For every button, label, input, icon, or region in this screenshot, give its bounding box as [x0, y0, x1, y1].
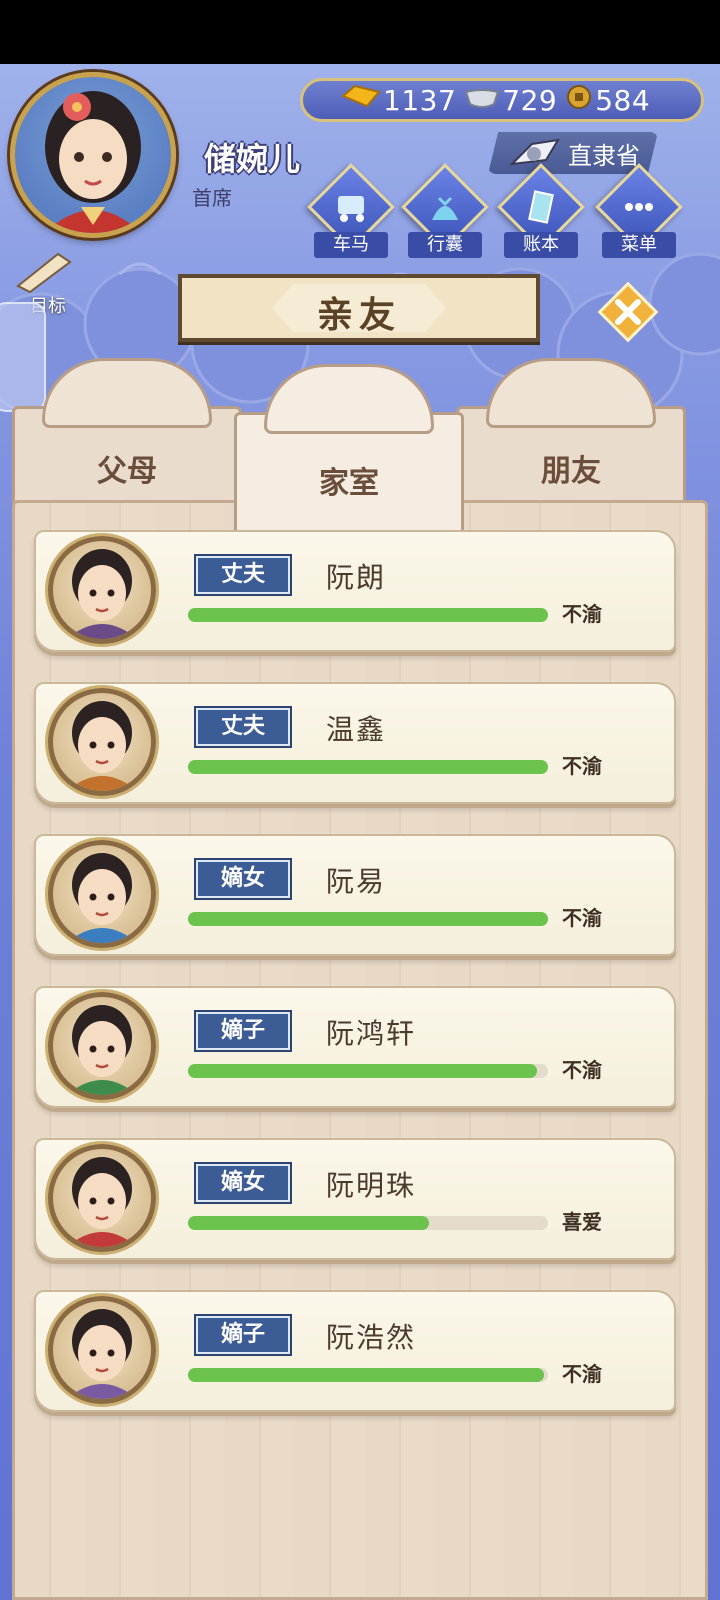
relative-name: 阮鸿轩: [326, 1017, 417, 1050]
relation-tag: 嫡女: [194, 1162, 292, 1204]
relation-tag: 嫡子: [194, 1314, 292, 1356]
relative-avatar[interactable]: [48, 1296, 156, 1404]
gold-ingot-icon: [341, 84, 381, 117]
affection-fill: [188, 1064, 537, 1078]
relative-avatar[interactable]: [48, 840, 156, 948]
affection-fill: [188, 608, 548, 622]
relation-tag: 丈夫: [194, 554, 292, 596]
affection-bar: [188, 1216, 548, 1230]
official-seal-icon: [509, 138, 560, 166]
relative-card[interactable]: 丈夫 温鑫 不渝: [34, 682, 676, 804]
carriage-label: 车马: [314, 232, 388, 258]
page-title-banner: 亲友: [178, 274, 540, 342]
silver-ingot-icon: [464, 84, 500, 117]
silver-amount: 729: [502, 83, 558, 117]
ledger-button[interactable]: 账本: [497, 163, 585, 258]
tab-label: 家室: [319, 466, 379, 501]
bundle-icon: [432, 196, 458, 220]
affection-bar: [188, 760, 548, 774]
relative-avatar[interactable]: [48, 536, 156, 644]
portrait-illustration: [67, 1309, 137, 1399]
tab-parents[interactable]: 父母: [12, 358, 242, 508]
currency-bar: 1137 729 584: [300, 78, 704, 122]
relative-card[interactable]: 嫡女 阮明珠 喜爱: [34, 1138, 676, 1260]
relative-card[interactable]: 嫡子 阮浩然 不渝: [34, 1290, 676, 1412]
location-name: 直隶省: [568, 141, 640, 170]
mood-label: 不渝: [562, 754, 602, 778]
relative-card[interactable]: 嫡女 阮易 不渝: [34, 834, 676, 956]
tab-label: 父母: [97, 454, 157, 489]
mood-label: 不渝: [562, 906, 602, 930]
affection-bar: [188, 912, 548, 926]
main-menu-label: 菜单: [602, 232, 676, 258]
relative-avatar[interactable]: [48, 1144, 156, 1252]
affection-bar: [188, 1368, 548, 1382]
book-icon: [528, 190, 554, 224]
relative-avatar[interactable]: [48, 992, 156, 1100]
relative-name: 阮浩然: [326, 1321, 417, 1354]
relation-tag: 丈夫: [194, 706, 292, 748]
affection-fill: [188, 1368, 544, 1382]
player-name: 储婉儿: [204, 140, 301, 178]
gold-amount: 1137: [383, 83, 457, 117]
more-dots-icon: [625, 203, 653, 211]
mood-label: 不渝: [562, 1058, 602, 1082]
portrait-illustration: [67, 1157, 137, 1247]
affection-bar: [188, 608, 548, 622]
tab-label: 朋友: [541, 454, 601, 489]
mood-label: 不渝: [562, 602, 602, 626]
relation-tag: 嫡女: [194, 858, 292, 900]
relative-name: 阮明珠: [326, 1169, 417, 1202]
player-avatar[interactable]: [10, 72, 176, 238]
coin-amount: 584: [595, 83, 651, 117]
luggage-label: 行囊: [408, 232, 482, 258]
relative-avatar[interactable]: [48, 688, 156, 796]
player-title: 首席: [192, 186, 232, 210]
carriage-icon: [338, 196, 364, 222]
mood-label: 不渝: [562, 1362, 602, 1386]
copper-coin-icon: [565, 83, 593, 118]
tab-household[interactable]: 家室: [234, 364, 464, 552]
portrait-illustration: [67, 1005, 137, 1095]
relation-tag: 嫡子: [194, 1010, 292, 1052]
luggage-button[interactable]: 行囊: [401, 163, 489, 258]
carriage-button[interactable]: 车马: [307, 163, 395, 258]
main-menu-button[interactable]: 菜单: [595, 163, 683, 258]
player-portrait: [45, 91, 141, 233]
portrait-illustration: [67, 853, 137, 943]
mood-label: 喜爱: [562, 1210, 602, 1234]
relative-name: 温鑫: [326, 713, 387, 746]
status-bar: [0, 0, 720, 64]
affection-bar: [188, 1064, 548, 1078]
ledger-label: 账本: [504, 232, 578, 258]
scroll-icon: [16, 252, 72, 294]
portrait-illustration: [67, 701, 137, 791]
relative-name: 阮朗: [326, 561, 387, 594]
relative-name: 阮易: [326, 865, 387, 898]
close-button[interactable]: [596, 280, 660, 344]
affection-fill: [188, 912, 548, 926]
portrait-illustration: [67, 549, 137, 639]
relative-card[interactable]: 嫡子 阮鸿轩 不渝: [34, 986, 676, 1108]
affection-fill: [188, 1216, 429, 1230]
tab-friends[interactable]: 朋友: [456, 358, 686, 508]
page-title: 亲友: [316, 295, 401, 336]
affection-fill: [188, 760, 548, 774]
relative-card[interactable]: 丈夫 阮朗 不渝: [34, 530, 676, 652]
